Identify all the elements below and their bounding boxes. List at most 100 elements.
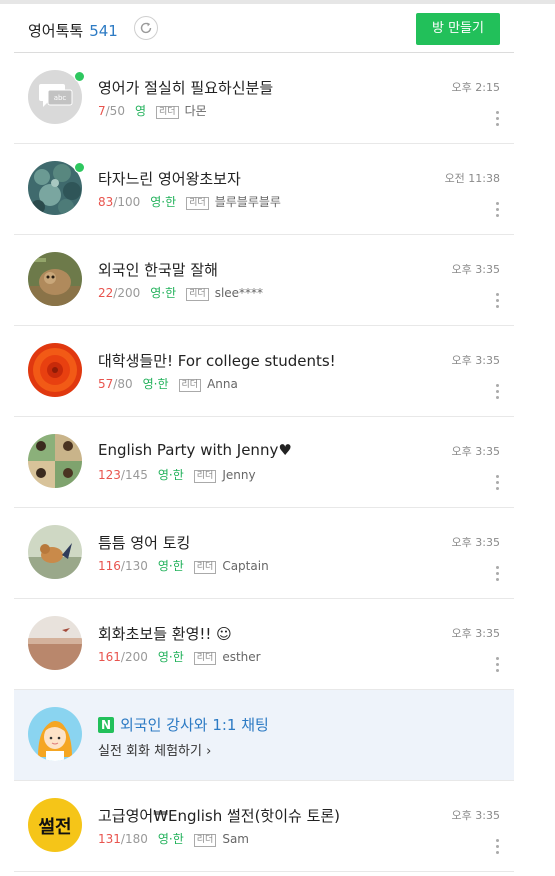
room-time: 오후 3:35 xyxy=(451,354,500,367)
room-meta: 7/50 영 리더 다몬 xyxy=(98,102,207,119)
room-row[interactable]: abc 영어가 절실히 필요하신분들 7/50 영 리더 다몬 오후 2:15 xyxy=(14,53,514,144)
room-language: 영·한 xyxy=(150,195,177,209)
more-options-icon[interactable] xyxy=(496,566,500,582)
leader-badge: 리더 xyxy=(193,652,217,665)
leader-name: 다몬 xyxy=(184,104,207,118)
member-current: 22 xyxy=(98,286,114,300)
room-time: 오후 3:35 xyxy=(451,263,500,276)
room-time: 오후 2:15 xyxy=(451,81,500,94)
room-language: 영·한 xyxy=(157,468,184,482)
room-name[interactable]: 영어가 절실히 필요하신분들 xyxy=(98,77,273,98)
leader-name: Anna xyxy=(207,377,238,391)
leader-badge: 리더 xyxy=(193,561,217,574)
refresh-icon xyxy=(140,22,152,34)
room-name[interactable]: 고급영어₩English 썰전(핫이슈 토론) xyxy=(98,805,340,826)
room-name[interactable]: 회화초보들 환영!! ☺ xyxy=(98,623,232,644)
leader-badge: 리더 xyxy=(178,379,202,392)
member-max: /200 xyxy=(120,650,148,664)
room-row[interactable]: 틈틈 영어 토킹 116/130 영·한 리더 Captain 오후 3:35 xyxy=(14,508,514,599)
member-current: 7 xyxy=(98,104,106,118)
room-row[interactable]: 썰전 고급영어₩English 썰전(핫이슈 토론) 131/180 영·한 리더 S… xyxy=(14,781,514,872)
room-time: 오후 3:35 xyxy=(451,627,500,640)
room-avatar xyxy=(28,525,82,579)
room-name[interactable]: 틈틈 영어 토킹 xyxy=(98,532,190,553)
promo-banner[interactable]: N 외국인 강사와 1:1 채팅 실전 회화 체험하기 › xyxy=(14,690,514,781)
tutor-avatar xyxy=(28,707,82,761)
header: 영어톡톡 541 방 만들기 xyxy=(14,4,514,53)
member-max: /145 xyxy=(120,468,148,482)
room-meta: 83/100 영·한 리더 블루블루블루 xyxy=(98,193,281,210)
member-current: 116 xyxy=(98,559,121,573)
more-options-icon[interactable] xyxy=(496,839,500,855)
room-meta: 57/80 영·한 리더 Anna xyxy=(98,375,238,392)
more-options-icon[interactable] xyxy=(496,475,500,491)
refresh-button[interactable] xyxy=(134,16,158,40)
room-meta: 116/130 영·한 리더 Captain xyxy=(98,557,269,574)
leader-badge: 리더 xyxy=(186,288,209,301)
more-options-icon[interactable] xyxy=(496,202,500,218)
title-text: 영어톡톡 xyxy=(28,22,84,40)
member-count: 541 xyxy=(89,22,118,40)
room-row[interactable]: English Party with Jenny♥ 123/145 영·한 리더 Je… xyxy=(14,417,514,508)
room-name[interactable]: 타자느린 영어왕초보자 xyxy=(98,168,241,189)
leader-name: Jenny xyxy=(222,468,256,482)
avatar-logo-text: 썰전 xyxy=(38,817,71,838)
promo-title[interactable]: N 외국인 강사와 1:1 채팅 xyxy=(98,714,269,735)
room-name[interactable]: English Party with Jenny♥ xyxy=(98,441,292,459)
room-language: 영·한 xyxy=(157,832,184,846)
room-row[interactable]: 타자느린 영어왕초보자 83/100 영·한 리더 블루블루블루 오전 11:38 xyxy=(14,144,514,235)
room-list: abc 영어가 절실히 필요하신분들 7/50 영 리더 다몬 오후 2:15 타자 xyxy=(14,53,514,872)
member-current: 57 xyxy=(98,377,114,391)
leader-name: Captain xyxy=(222,559,269,573)
member-current: 123 xyxy=(98,468,121,482)
promo-link[interactable]: 실전 회화 체험하기 › xyxy=(98,740,211,759)
room-row[interactable]: 외국인 한국말 잘해 22/200 영·한 리더 slee**** 오후 3:35 xyxy=(14,235,514,326)
leader-badge: 리더 xyxy=(186,197,209,210)
room-name[interactable]: 대학생들만! For college students! xyxy=(98,350,336,371)
room-language: 영·한 xyxy=(142,377,169,391)
room-row[interactable]: 회화초보들 환영!! ☺ 161/200 영·한 리더 esther 오후 3:35 xyxy=(14,599,514,690)
leader-name: 블루블루블루 xyxy=(214,195,281,209)
room-language: 영 xyxy=(134,104,146,118)
page-title: 영어톡톡 541 xyxy=(28,20,118,41)
room-meta: 123/145 영·한 리더 Jenny xyxy=(98,466,256,483)
leader-name: esther xyxy=(222,650,261,664)
chevron-right-icon: › xyxy=(206,744,212,759)
leader-badge: 리더 xyxy=(156,106,179,119)
svg-text:abc: abc xyxy=(54,94,67,102)
room-meta: 131/180 영·한 리더 Sam xyxy=(98,830,249,847)
room-row[interactable]: 대학생들만! For college students! 57/80 영·한 리더 A… xyxy=(14,326,514,417)
room-language: 영·한 xyxy=(157,650,184,664)
naver-icon: N xyxy=(98,717,114,733)
room-meta: 161/200 영·한 리더 esther xyxy=(98,648,261,665)
room-avatar xyxy=(28,434,82,488)
room-avatar xyxy=(28,252,82,306)
member-max: /100 xyxy=(113,195,141,209)
leader-name: Sam xyxy=(222,832,249,846)
leader-badge: 리더 xyxy=(193,834,217,847)
more-options-icon[interactable] xyxy=(496,384,500,400)
room-avatar xyxy=(28,616,82,670)
more-options-icon[interactable] xyxy=(496,111,500,127)
member-max: /80 xyxy=(113,377,133,391)
room-time: 오후 3:35 xyxy=(451,536,500,549)
member-max: /50 xyxy=(105,104,125,118)
member-max: /180 xyxy=(120,832,148,846)
room-name[interactable]: 외국인 한국말 잘해 xyxy=(98,259,218,280)
make-room-button[interactable]: 방 만들기 xyxy=(416,13,500,45)
member-max: /200 xyxy=(113,286,141,300)
room-time: 오후 3:35 xyxy=(451,445,500,458)
member-current: 131 xyxy=(98,832,121,846)
more-options-icon[interactable] xyxy=(496,657,500,673)
room-language: 영·한 xyxy=(150,286,177,300)
room-time: 오전 11:38 xyxy=(444,172,500,185)
member-current: 161 xyxy=(98,650,121,664)
room-meta: 22/200 영·한 리더 slee**** xyxy=(98,284,263,301)
online-indicator xyxy=(74,162,85,173)
room-avatar: 썰전 xyxy=(28,798,82,852)
member-current: 83 xyxy=(98,195,114,209)
room-time: 오후 3:35 xyxy=(451,809,500,822)
room-language: 영·한 xyxy=(157,559,184,573)
more-options-icon[interactable] xyxy=(496,293,500,309)
leader-name: slee**** xyxy=(214,286,264,300)
